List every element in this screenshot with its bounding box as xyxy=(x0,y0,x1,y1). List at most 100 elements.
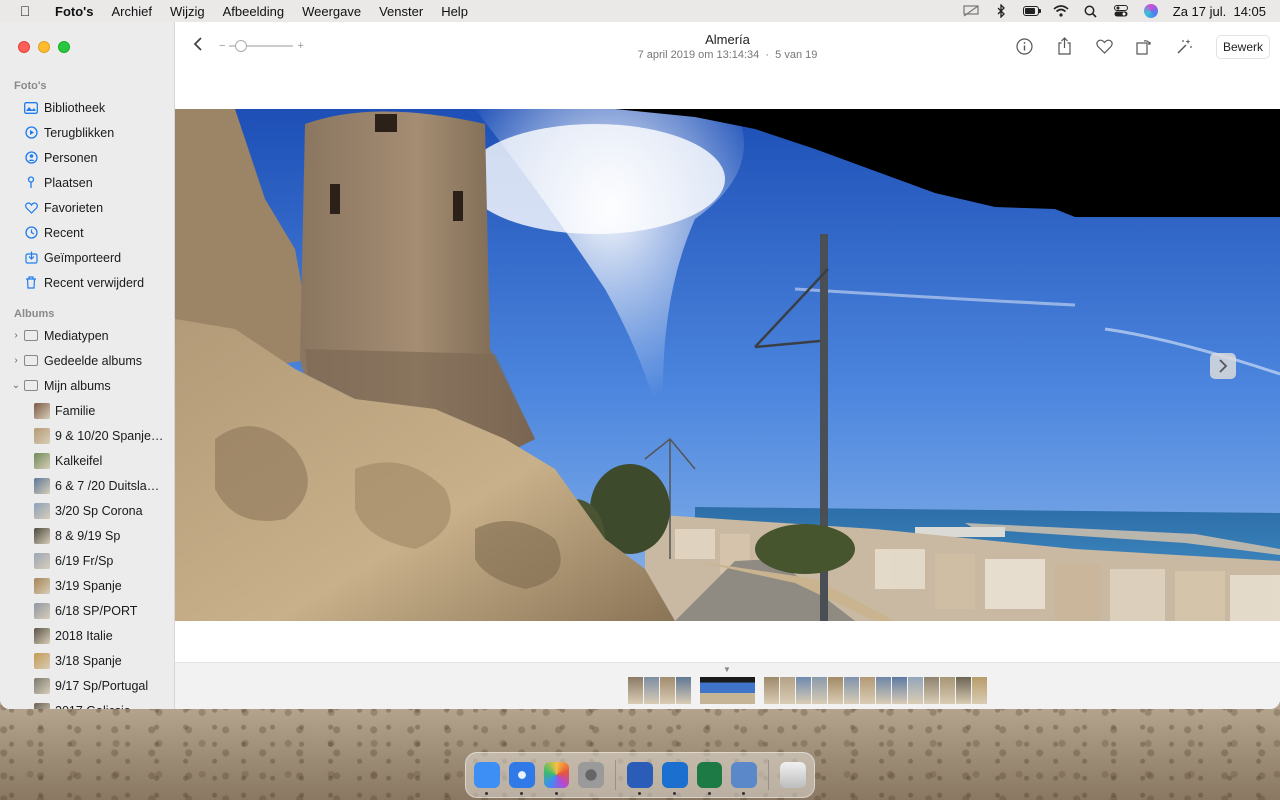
menu-weergave[interactable]: Weergave xyxy=(293,4,370,19)
minimize-window-button[interactable] xyxy=(38,41,50,53)
menu-archief[interactable]: Archief xyxy=(102,4,160,19)
close-window-button[interactable] xyxy=(18,41,30,53)
filmstrip-thumbnail[interactable] xyxy=(908,677,923,704)
heart-icon xyxy=(24,201,38,215)
album-thumbnail xyxy=(34,702,50,709)
chevron-right-icon[interactable]: › xyxy=(11,355,21,366)
filmstrip-thumbnail[interactable] xyxy=(860,677,875,704)
filmstrip-thumbnail[interactable] xyxy=(644,677,659,704)
control-center-icon[interactable] xyxy=(1113,4,1129,18)
dock-separator xyxy=(615,760,617,790)
album-item[interactable]: 6 & 7 /20 Duitsla… xyxy=(0,473,174,498)
album-item[interactable]: 8 & 9/19 Sp xyxy=(0,523,174,548)
filmstrip-thumbnail[interactable] xyxy=(628,677,643,704)
album-item[interactable]: Kalkeifel xyxy=(0,448,174,473)
info-icon[interactable] xyxy=(1014,36,1034,56)
filmstrip-thumbnail[interactable] xyxy=(660,677,675,704)
main-photo[interactable] xyxy=(175,109,1280,621)
safari-icon[interactable] xyxy=(508,762,535,795)
menu-wijzig[interactable]: Wijzig xyxy=(161,4,214,19)
album-item[interactable]: 3/18 Spanje xyxy=(0,648,174,673)
filmstrip-thumbnail[interactable] xyxy=(972,677,987,704)
filmstrip-thumbnail[interactable] xyxy=(828,677,843,704)
album-label: 9 & 10/20 Spanje… xyxy=(55,428,164,443)
sidebar-item-favorieten[interactable]: Favorieten xyxy=(0,195,174,220)
word-icon[interactable] xyxy=(627,762,653,795)
sidebar-item-personen[interactable]: Personen xyxy=(0,145,174,170)
rotate-icon[interactable] xyxy=(1134,36,1154,56)
album-item[interactable]: 3/20 Sp Corona xyxy=(0,498,174,523)
album-item[interactable]: 9 & 10/20 Spanje… xyxy=(0,423,174,448)
filmstrip-thumbnail[interactable] xyxy=(780,677,795,704)
album-label: Familie xyxy=(55,403,96,418)
album-item[interactable]: 6/19 Fr/Sp xyxy=(0,548,174,573)
chevron-right-icon[interactable]: › xyxy=(11,330,21,341)
filmstrip-thumbnail[interactable] xyxy=(876,677,891,704)
album-label: 6/18 SP/PORT xyxy=(55,603,138,618)
photos-icon[interactable] xyxy=(543,762,570,795)
album-label: 3/19 Spanje xyxy=(55,578,122,593)
sidebar-item-mediatypen[interactable]: › Mediatypen xyxy=(0,323,174,348)
bluetooth-icon[interactable] xyxy=(993,4,1009,18)
album-label: 8 & 9/19 Sp xyxy=(55,528,121,543)
running-indicator xyxy=(742,792,746,795)
apple-menu-icon[interactable]:  xyxy=(16,3,34,19)
library-icon xyxy=(24,101,38,115)
filmstrip-thumbnail[interactable] xyxy=(812,677,827,704)
album-label: Kalkeifel xyxy=(55,453,103,468)
fullscreen-window-button[interactable] xyxy=(58,41,70,53)
sidebar-item-recent[interactable]: Recent xyxy=(0,220,174,245)
filmstrip-thumbnail[interactable] xyxy=(956,677,971,704)
wifi-icon[interactable] xyxy=(1053,4,1069,18)
sidebar-item-mijn-albums[interactable]: ⌄ Mijn albums xyxy=(0,373,174,398)
album-item[interactable]: 6/18 SP/PORT xyxy=(0,598,174,623)
sidebar-item-geimporteerd[interactable]: Geïmporteerd xyxy=(0,245,174,270)
album-item[interactable]: 3/19 Spanje xyxy=(0,573,174,598)
sidebar-item-label: Personen xyxy=(44,150,98,165)
folder-icon xyxy=(24,329,38,343)
chevron-down-icon[interactable]: ⌄ xyxy=(11,380,21,391)
album-item[interactable]: 2018 Italie xyxy=(0,623,174,648)
preview-icon[interactable] xyxy=(731,762,758,795)
enhance-icon[interactable] xyxy=(1174,36,1194,56)
filmstrip-thumbnail[interactable] xyxy=(940,677,955,704)
filmstrip-thumbnail-current[interactable] xyxy=(700,677,755,704)
filmstrip-thumbnail[interactable] xyxy=(676,677,691,704)
siri-icon[interactable] xyxy=(1143,4,1159,18)
share-icon[interactable] xyxy=(1054,36,1074,56)
finder-icon[interactable] xyxy=(474,762,500,795)
filmstrip-thumbnail[interactable] xyxy=(844,677,859,704)
sidebar-item-label: Mijn albums xyxy=(44,378,111,393)
edit-button[interactable]: Bewerk xyxy=(1215,35,1270,59)
menu-app-name[interactable]: Foto's xyxy=(46,4,102,19)
menu-help[interactable]: Help xyxy=(432,4,477,19)
album-thumbnail xyxy=(34,527,50,544)
battery-icon[interactable] xyxy=(1022,4,1041,18)
album-item[interactable]: 9/17 Sp/Portugal xyxy=(0,673,174,698)
excel-icon[interactable] xyxy=(696,762,723,795)
sidebar-item-label: Mediatypen xyxy=(44,328,109,343)
sidebar-item-plaatsen[interactable]: Plaatsen xyxy=(0,170,174,195)
sidebar-item-recent-verwijderd[interactable]: Recent verwijderd xyxy=(0,270,174,295)
trash-icon[interactable] xyxy=(780,762,806,788)
sidebar-item-bibliotheek[interactable]: Bibliotheek xyxy=(0,95,174,120)
screen-mirroring-icon[interactable] xyxy=(963,4,979,18)
filmstrip-thumbnail[interactable] xyxy=(764,677,779,704)
menu-afbeelding[interactable]: Afbeelding xyxy=(214,4,293,19)
sidebar-item-terugblikken[interactable]: Terugblikken xyxy=(0,120,174,145)
photos-window: Foto's Bibliotheek Terugblikken Personen… xyxy=(0,22,1280,709)
system-preferences-icon[interactable] xyxy=(578,762,605,788)
filmstrip-thumbnail[interactable] xyxy=(892,677,907,704)
outlook-icon[interactable] xyxy=(661,762,688,795)
next-photo-button[interactable] xyxy=(1210,353,1236,379)
menu-venster[interactable]: Venster xyxy=(370,4,432,19)
filmstrip-thumbnail[interactable] xyxy=(924,677,939,704)
spotlight-search-icon[interactable] xyxy=(1083,4,1099,18)
album-item[interactable]: Familie xyxy=(0,398,174,423)
menu-clock[interactable]: Za 17 jul. 14:05 xyxy=(1173,4,1266,19)
sidebar-item-gedeelde-albums[interactable]: › Gedeelde albums xyxy=(0,348,174,373)
album-item[interactable]: 2017 Galicsie xyxy=(0,698,174,709)
window-controls xyxy=(18,41,70,53)
favorite-heart-icon[interactable] xyxy=(1094,36,1114,56)
filmstrip-thumbnail[interactable] xyxy=(796,677,811,704)
